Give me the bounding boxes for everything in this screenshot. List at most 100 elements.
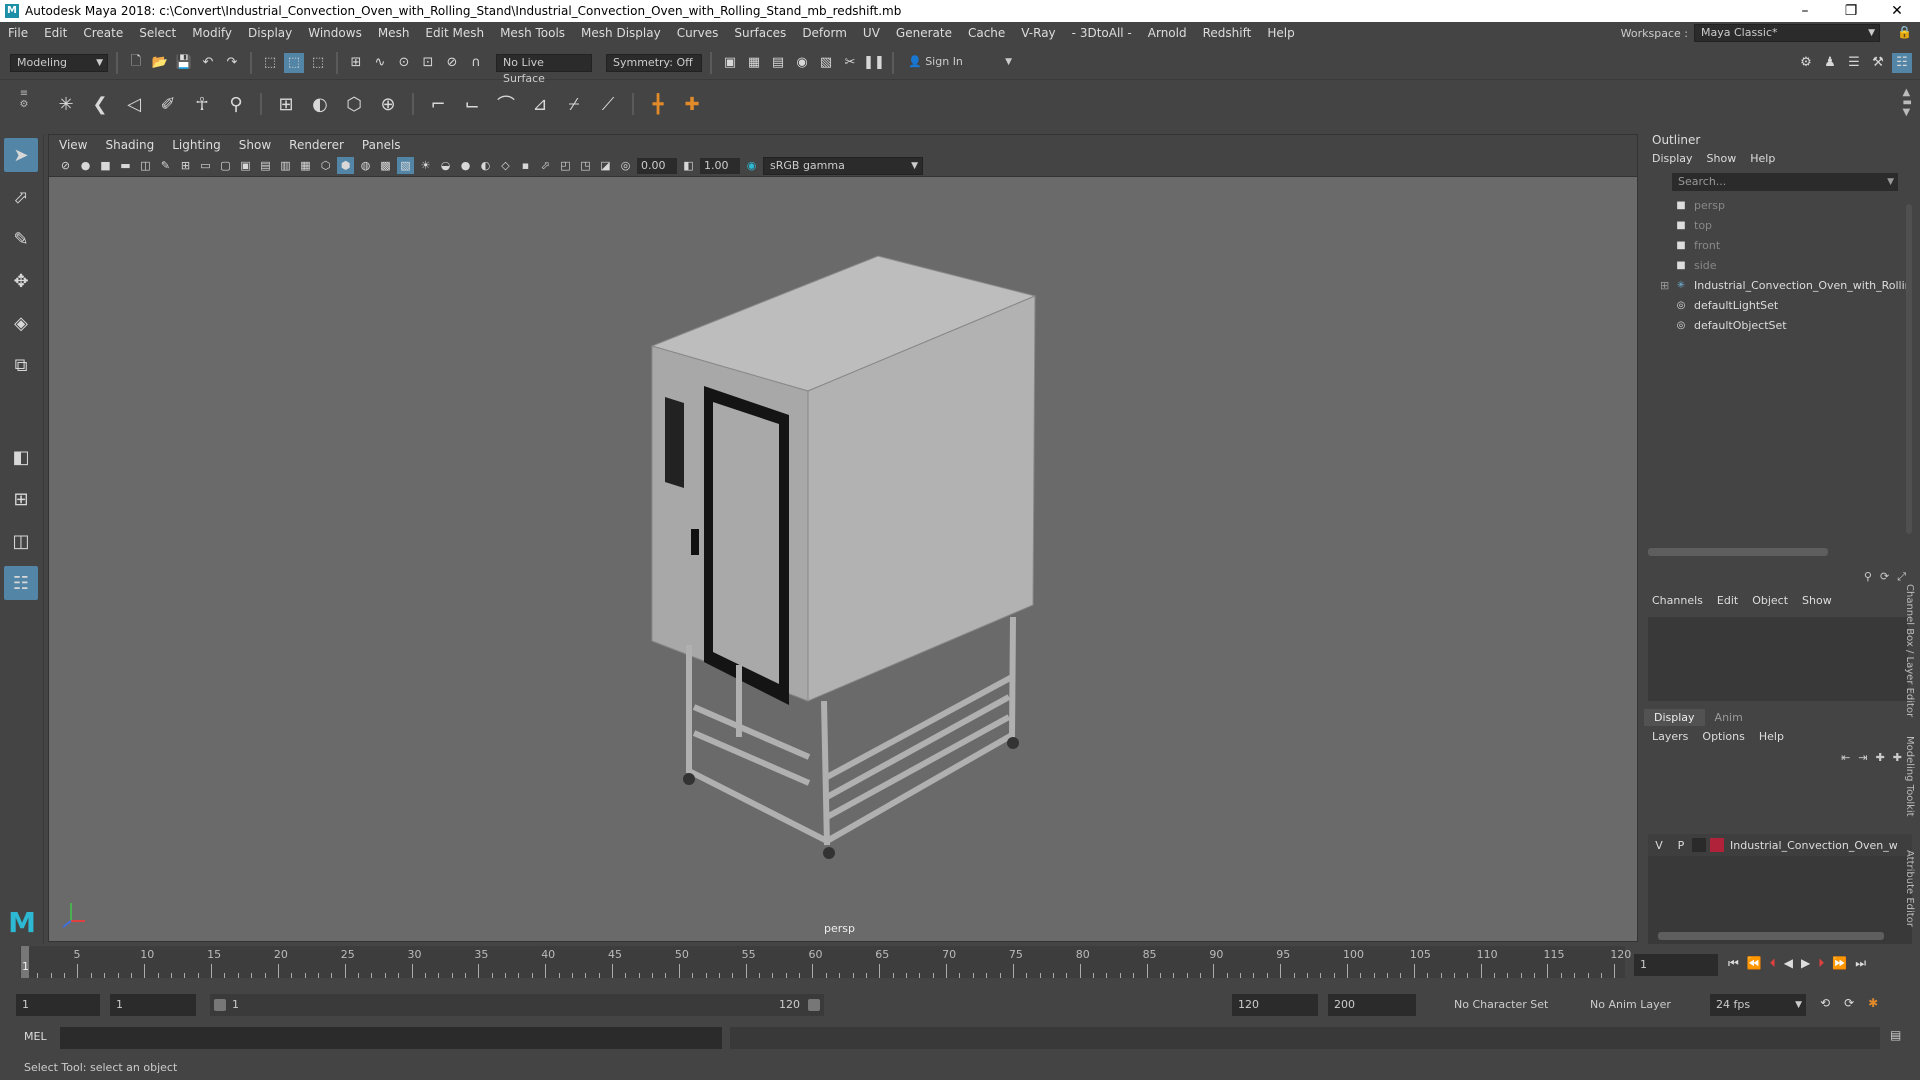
anti-aliasing-icon[interactable]: ◇	[497, 157, 514, 174]
new-scene-icon[interactable]: 🗋	[126, 53, 146, 73]
start-time-field[interactable]: 1	[16, 994, 100, 1016]
maximize-button[interactable]: ❐	[1828, 3, 1874, 19]
attribute-editor-icon[interactable]: ☰	[1844, 53, 1864, 73]
use-all-lights-icon[interactable]: ▧	[397, 157, 414, 174]
color-management-icon[interactable]: ◉	[743, 157, 760, 174]
wireframe-icon[interactable]: ⬡	[317, 157, 334, 174]
menu-item[interactable]: Cache	[960, 26, 1013, 40]
camera-select-icon[interactable]: ⊘	[57, 157, 74, 174]
smooth-shade-icon[interactable]: ⬢	[337, 157, 354, 174]
rotate-tool-icon[interactable]: ◈	[4, 306, 38, 340]
menu-item[interactable]: Modify	[184, 26, 240, 40]
ipr-render-icon[interactable]: ▦	[744, 53, 764, 73]
gamma-field[interactable]: 1.00	[700, 157, 740, 174]
layer-menu-item[interactable]: Help	[1759, 730, 1784, 743]
snap-live-icon[interactable]: ⊘	[442, 53, 462, 73]
menu-item[interactable]: Mesh Display	[573, 26, 669, 40]
modeling-toolkit-side-tab[interactable]: Modeling Toolkit	[1904, 736, 1915, 817]
save-scene-icon[interactable]: 💾	[174, 53, 194, 73]
minimize-button[interactable]: –	[1782, 3, 1828, 19]
skeleton-icon[interactable]: ☥	[188, 90, 216, 118]
grease-pencil-icon[interactable]: ✎	[157, 157, 174, 174]
shelf-scroll-icon[interactable]: ▲ ▬ ▼	[1903, 88, 1912, 118]
textured-icon[interactable]: ▩	[377, 157, 394, 174]
anim-layer-dropdown[interactable]: No Anim Layer	[1584, 994, 1694, 1016]
outliner-item[interactable]: ■ side	[1674, 255, 1912, 275]
pause-icon[interactable]: ❚❚	[863, 53, 885, 73]
multi-cut-icon[interactable]: ⟋	[594, 90, 622, 118]
layer-tab-anim[interactable]: Anim	[1705, 709, 1753, 726]
redshift-render-icon[interactable]: ✂	[840, 53, 860, 73]
viewport-menu-item[interactable]: Show	[239, 138, 271, 152]
lasso-icon[interactable]: ❮	[86, 90, 114, 118]
symmetry-dropdown[interactable]: Symmetry: Off	[606, 53, 702, 72]
layer-row[interactable]: V P Industrial_Convection_Oven_w	[1648, 834, 1912, 856]
workspace-dropdown[interactable]: Maya Classic* ▼	[1694, 24, 1880, 42]
isolate-select-icon[interactable]: ⬀	[537, 157, 554, 174]
joint-icon[interactable]: ⚲	[222, 90, 250, 118]
snap-curve-icon[interactable]: ∿	[370, 53, 390, 73]
range-bar[interactable]: 1 120	[210, 994, 824, 1016]
snap-magnet-icon[interactable]: ∩	[466, 53, 486, 73]
move-layer-down-icon[interactable]: ⇥	[1858, 751, 1867, 764]
viewport-menu-item[interactable]: Renderer	[289, 138, 344, 152]
fps-dropdown[interactable]: 24 fps ▼	[1710, 994, 1806, 1016]
outliner-menu-item[interactable]: Help	[1750, 152, 1775, 165]
oven-model[interactable]	[650, 255, 1037, 859]
shelf-menu-icon[interactable]: ≡ ⚙	[14, 88, 34, 118]
pivot-icon[interactable]: ╋	[644, 90, 672, 118]
layer-tab-display[interactable]: Display	[1644, 709, 1705, 726]
layer-menu-item[interactable]: Options	[1702, 730, 1744, 743]
shadows-icon[interactable]: ☀	[417, 157, 434, 174]
character-controls-icon[interactable]: ♟	[1820, 53, 1840, 73]
menu-item[interactable]: Select	[131, 26, 184, 40]
new-layer-selected-icon[interactable]: ✚	[1893, 751, 1902, 764]
outliner-item[interactable]: ■ top	[1674, 215, 1912, 235]
channel-box-menu-item[interactable]: Channels	[1652, 594, 1703, 607]
keyframe-icon[interactable]: ⚲	[1864, 570, 1872, 584]
channel-box-side-tab[interactable]: Channel Box / Layer Editor	[1904, 584, 1915, 717]
outliner-item[interactable]: ◎ defaultObjectSet	[1674, 315, 1912, 335]
channel-box-area[interactable]	[1648, 617, 1908, 701]
xray-icon[interactable]: ◒	[437, 157, 454, 174]
sync-icon[interactable]: ⟳	[1880, 570, 1889, 584]
loop-icon[interactable]: ⟲	[1820, 996, 1830, 1010]
outliner-menu-item[interactable]: Display	[1652, 152, 1693, 165]
xray-joints-icon[interactable]: ◰	[557, 157, 574, 174]
step-back-frame-icon[interactable]: ⏴	[1770, 956, 1776, 971]
cylinder-mapping-icon[interactable]: ⊕	[374, 90, 402, 118]
channel-box-menu-item[interactable]: Show	[1802, 594, 1832, 607]
menu-item[interactable]: Curves	[669, 26, 727, 40]
hypershade-icon[interactable]: ◉	[792, 53, 812, 73]
render-settings-icon[interactable]: ▤	[768, 53, 788, 73]
scale-tool-icon[interactable]: ⧉	[4, 348, 38, 382]
layer-type-box[interactable]	[1692, 838, 1706, 852]
single-layout-icon[interactable]: ◧	[4, 440, 38, 474]
outliner-layout-icon[interactable]: ☷	[4, 566, 38, 600]
snap-grid-icon[interactable]: ⊞	[346, 53, 366, 73]
menu-set-dropdown[interactable]: Modeling ▼	[10, 53, 108, 72]
safe-title-icon[interactable]: ▦	[297, 157, 314, 174]
two-layout-icon[interactable]: ◫	[4, 524, 38, 558]
motion-blur-icon[interactable]: ◐	[477, 157, 494, 174]
colorspace-dropdown[interactable]: sRGB gamma ▼	[763, 156, 923, 175]
outliner-v-scrollbar[interactable]	[1906, 204, 1912, 534]
lasso-tool-icon[interactable]: ⬀	[4, 180, 38, 214]
four-layout-icon[interactable]: ⊞	[4, 482, 38, 516]
menu-item[interactable]: Redshift	[1195, 26, 1260, 40]
go-to-end-icon[interactable]: ⏭	[1855, 956, 1866, 971]
channel-box-menu-item[interactable]: Edit	[1717, 594, 1738, 607]
gate-mask-icon[interactable]: ▣	[237, 157, 254, 174]
auto-key-icon[interactable]: ⟳	[1844, 996, 1854, 1010]
layer-playback-toggle[interactable]: P	[1670, 839, 1692, 852]
modeling-toolkit-icon[interactable]: ⚙	[1796, 53, 1816, 73]
channel-box-menu-item[interactable]: Object	[1752, 594, 1788, 607]
bookmark-icon[interactable]: ■	[97, 157, 114, 174]
select-tool-icon[interactable]: ➤	[4, 138, 38, 172]
new-layer-icon[interactable]: ✚	[1876, 751, 1885, 764]
gamma-icon[interactable]: ◧	[680, 157, 697, 174]
step-forward-frame-icon[interactable]: ⏵	[1818, 956, 1824, 971]
range-start-handle[interactable]	[214, 999, 226, 1011]
expand-icon[interactable]: ⊞	[1660, 279, 1669, 292]
paint-select-icon[interactable]: ✐	[154, 90, 182, 118]
